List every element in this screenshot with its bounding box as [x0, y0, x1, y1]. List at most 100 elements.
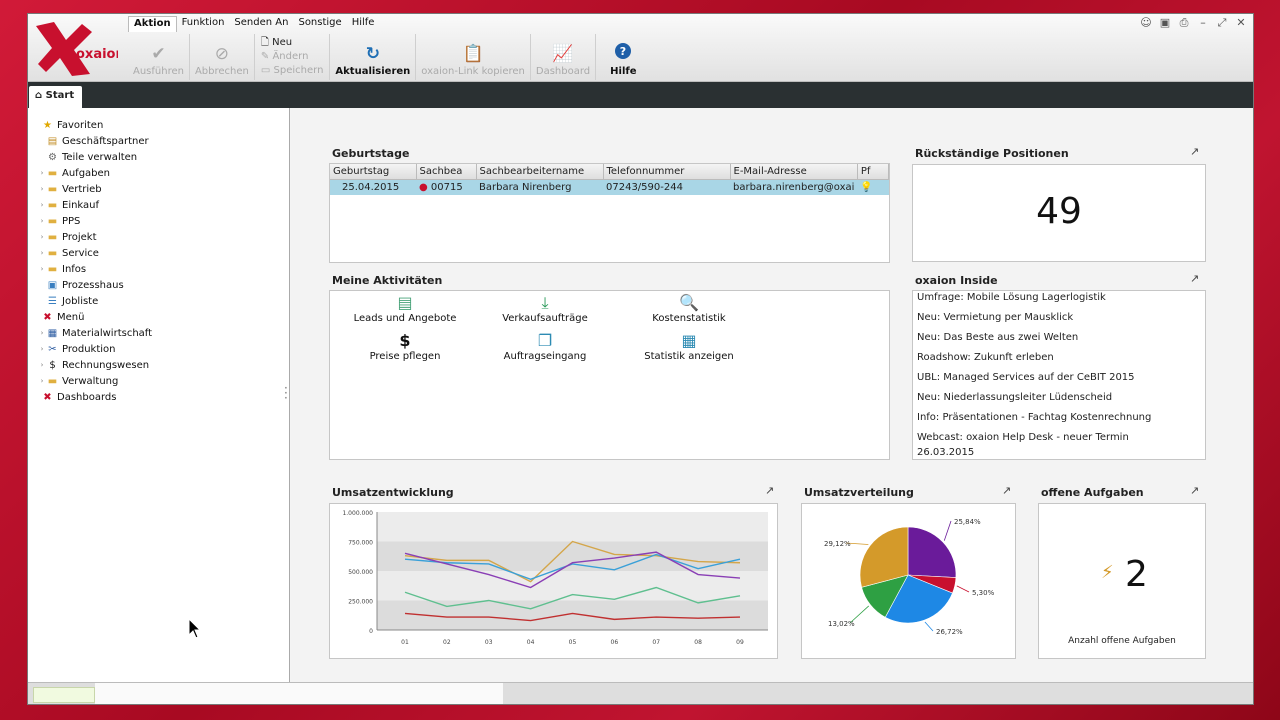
logo-text: oxaion: [76, 47, 118, 62]
copy-link-button[interactable]: 📋 oxaion-Link kopieren: [416, 34, 531, 80]
grid-band: [377, 600, 768, 630]
expand-arrow-icon[interactable]: ›: [38, 265, 46, 273]
tab-start-label: Start: [45, 90, 75, 101]
expand-arrow-icon[interactable]: ›: [38, 249, 46, 257]
process-icon: ▣: [47, 279, 58, 291]
sidebar-item[interactable]: › ▬ PPS: [28, 213, 289, 229]
activity-cost-statistics[interactable]: 🔍 Kostenstatistik: [614, 293, 764, 324]
activity-sales-orders[interactable]: ⤓ Verkaufsaufträge: [470, 293, 620, 324]
sidebar-item[interactable]: ★ Favoriten: [28, 117, 289, 133]
help-button[interactable]: ? Hilfe: [596, 34, 650, 80]
notes-icon[interactable]: ▣: [1159, 16, 1171, 30]
sidebar-item[interactable]: ✖ Dashboards: [28, 389, 289, 405]
minimize-icon[interactable]: –: [1197, 16, 1209, 30]
dashboard-button[interactable]: 📈 Dashboard: [531, 34, 597, 80]
expand-arrow-icon[interactable]: ›: [38, 169, 46, 177]
col-sachbearbeitername[interactable]: Sachbearbeitername: [476, 164, 604, 180]
menu-hilfe[interactable]: Hilfe: [347, 16, 380, 32]
expand-arrow-icon[interactable]: ›: [38, 201, 46, 209]
expand-arrow-icon[interactable]: ›: [38, 233, 46, 241]
app-window: oxaion Aktion Funktion Senden An Sonstig…: [27, 13, 1254, 705]
sidebar-item-label: Materialwirtschaft: [62, 327, 153, 339]
menu-funktion[interactable]: Funktion: [177, 16, 230, 32]
sidebar-item[interactable]: › ▬ Aufgaben: [28, 165, 289, 181]
activity-leads[interactable]: ▤ Leads und Angebote: [330, 293, 480, 324]
user-icon[interactable]: ☺: [1140, 16, 1152, 30]
close-icon[interactable]: ✕: [1235, 16, 1247, 30]
news-item[interactable]: Neu: Das Beste aus zwei Welten: [913, 328, 1205, 348]
news-item[interactable]: Neu: Vermietung per Mausklick: [913, 308, 1205, 328]
col-sachbea[interactable]: Sachbea: [416, 164, 477, 180]
new-button[interactable]: 🗋 Neu: [261, 36, 324, 50]
news-item[interactable]: Webcast: oxaion Help Desk - neuer Termin: [913, 428, 1205, 448]
umsatz-expand-icon[interactable]: ↗: [765, 484, 774, 497]
tab-start[interactable]: ⌂ Start: [29, 86, 83, 108]
download-icon: ⤓: [541, 293, 549, 312]
news-item[interactable]: 26.03.2015: [913, 448, 1205, 458]
sidebar-item[interactable]: ⚙ Teile verwalten: [28, 149, 289, 165]
sidebar-item-label: Dashboards: [57, 391, 117, 403]
expand-arrow-icon[interactable]: ›: [38, 217, 46, 225]
activity-order-intake[interactable]: ❐ Auftragseingang: [470, 331, 620, 362]
table-row[interactable]: 25.04.2015 ● 00715 Barbara Nirenberg 072…: [330, 179, 889, 195]
expand-arrow-icon[interactable]: ›: [38, 185, 46, 193]
sidebar-item[interactable]: › ✂ Produktion: [28, 341, 289, 357]
edit-group: 🗋 Neu ✎ Ändern ▭ Speichern: [255, 34, 331, 80]
sidebar-item[interactable]: › ▬ Vertrieb: [28, 181, 289, 197]
cancel-label: Abbrechen: [194, 66, 249, 77]
sidebar-item[interactable]: ▤ Geschäftspartner: [28, 133, 289, 149]
production-icon: ✂: [48, 343, 57, 355]
pie-slice-label: 13,02%: [828, 620, 855, 628]
news-item[interactable]: Umfrage: Mobile Lösung Lagerlogistik: [913, 291, 1205, 308]
activity-prices[interactable]: $ Preise pflegen: [330, 331, 480, 362]
expand-arrow-icon[interactable]: ›: [38, 345, 46, 353]
birthdays-title: Geburtstage: [332, 147, 410, 160]
news-item[interactable]: Info: Präsentationen - Fachtag Kostenrec…: [913, 408, 1205, 428]
sidebar-item[interactable]: › ▬ Service: [28, 245, 289, 261]
command-input[interactable]: [33, 687, 95, 703]
col-geburtstag[interactable]: Geburtstag: [330, 164, 417, 180]
expand-arrow-icon[interactable]: ›: [38, 377, 46, 385]
news-item[interactable]: Neu: Niederlassungsleiter Lüdenscheid: [913, 388, 1205, 408]
sidebar-item[interactable]: ✖ Menü: [28, 309, 289, 325]
sidebar-item[interactable]: ☰ Jobliste: [28, 293, 289, 309]
tasks-expand-icon[interactable]: ↗: [1190, 484, 1199, 497]
sidebar-item[interactable]: ▣ Prozesshaus: [28, 277, 289, 293]
activity-show-statistics[interactable]: ▦ Statistik anzeigen: [614, 331, 764, 362]
overdue-panel: 49: [912, 164, 1206, 262]
sidebar-item[interactable]: › ▦ Materialwirtschaft: [28, 325, 289, 341]
verteilung-expand-icon[interactable]: ↗: [1002, 484, 1011, 497]
maximize-icon[interactable]: ⤢: [1216, 16, 1228, 30]
print-icon[interactable]: ⎙: [1178, 16, 1190, 30]
menu-senden-an[interactable]: Senden An: [229, 16, 293, 32]
sidebar-item[interactable]: › ▬ Infos: [28, 261, 289, 277]
sidebar-item-label: Jobliste: [62, 295, 99, 307]
col-email[interactable]: E-Mail-Adresse: [730, 164, 858, 180]
overdue-expand-icon[interactable]: ↗: [1190, 145, 1199, 158]
menu-aktion[interactable]: Aktion: [128, 16, 177, 32]
cancel-button[interactable]: ⊘ Abbrechen: [190, 34, 255, 80]
expand-arrow-icon[interactable]: ›: [38, 361, 46, 369]
refresh-button[interactable]: ↻ Aktualisieren: [330, 34, 417, 80]
folder-icon: ▬: [47, 183, 58, 195]
sidebar-item[interactable]: › ▬ Verwaltung: [28, 373, 289, 389]
help-icon: ?: [614, 42, 632, 66]
col-pf[interactable]: Pf: [857, 164, 890, 180]
col-telefonnummer[interactable]: Telefonnummer: [603, 164, 731, 180]
sidebar-item[interactable]: › ▬ Einkauf: [28, 197, 289, 213]
splitter-handle[interactable]: · · ·: [284, 382, 288, 404]
menu-sonstige[interactable]: Sonstige: [293, 16, 346, 32]
sidebar-item[interactable]: › $ Rechnungswesen: [28, 357, 289, 373]
news-item[interactable]: Roadshow: Zukunft erleben: [913, 348, 1205, 368]
inside-expand-icon[interactable]: ↗: [1190, 272, 1199, 285]
status-bar: [28, 682, 1253, 704]
execute-button[interactable]: ✔ Ausführen: [128, 34, 190, 80]
y-tick-label: 750.000: [348, 540, 373, 547]
save-button[interactable]: ▭ Speichern: [261, 64, 324, 78]
news-item[interactable]: UBL: Managed Services auf der CeBIT 2015: [913, 368, 1205, 388]
sidebar-item[interactable]: › ▬ Projekt: [28, 229, 289, 245]
change-button[interactable]: ✎ Ändern: [261, 50, 324, 64]
expand-arrow-icon[interactable]: ›: [38, 329, 46, 337]
activity-show-statistics-label: Statistik anzeigen: [644, 351, 734, 362]
inside-panel: Umfrage: Mobile Lösung Lagerlogistik Neu:…: [912, 290, 1206, 460]
